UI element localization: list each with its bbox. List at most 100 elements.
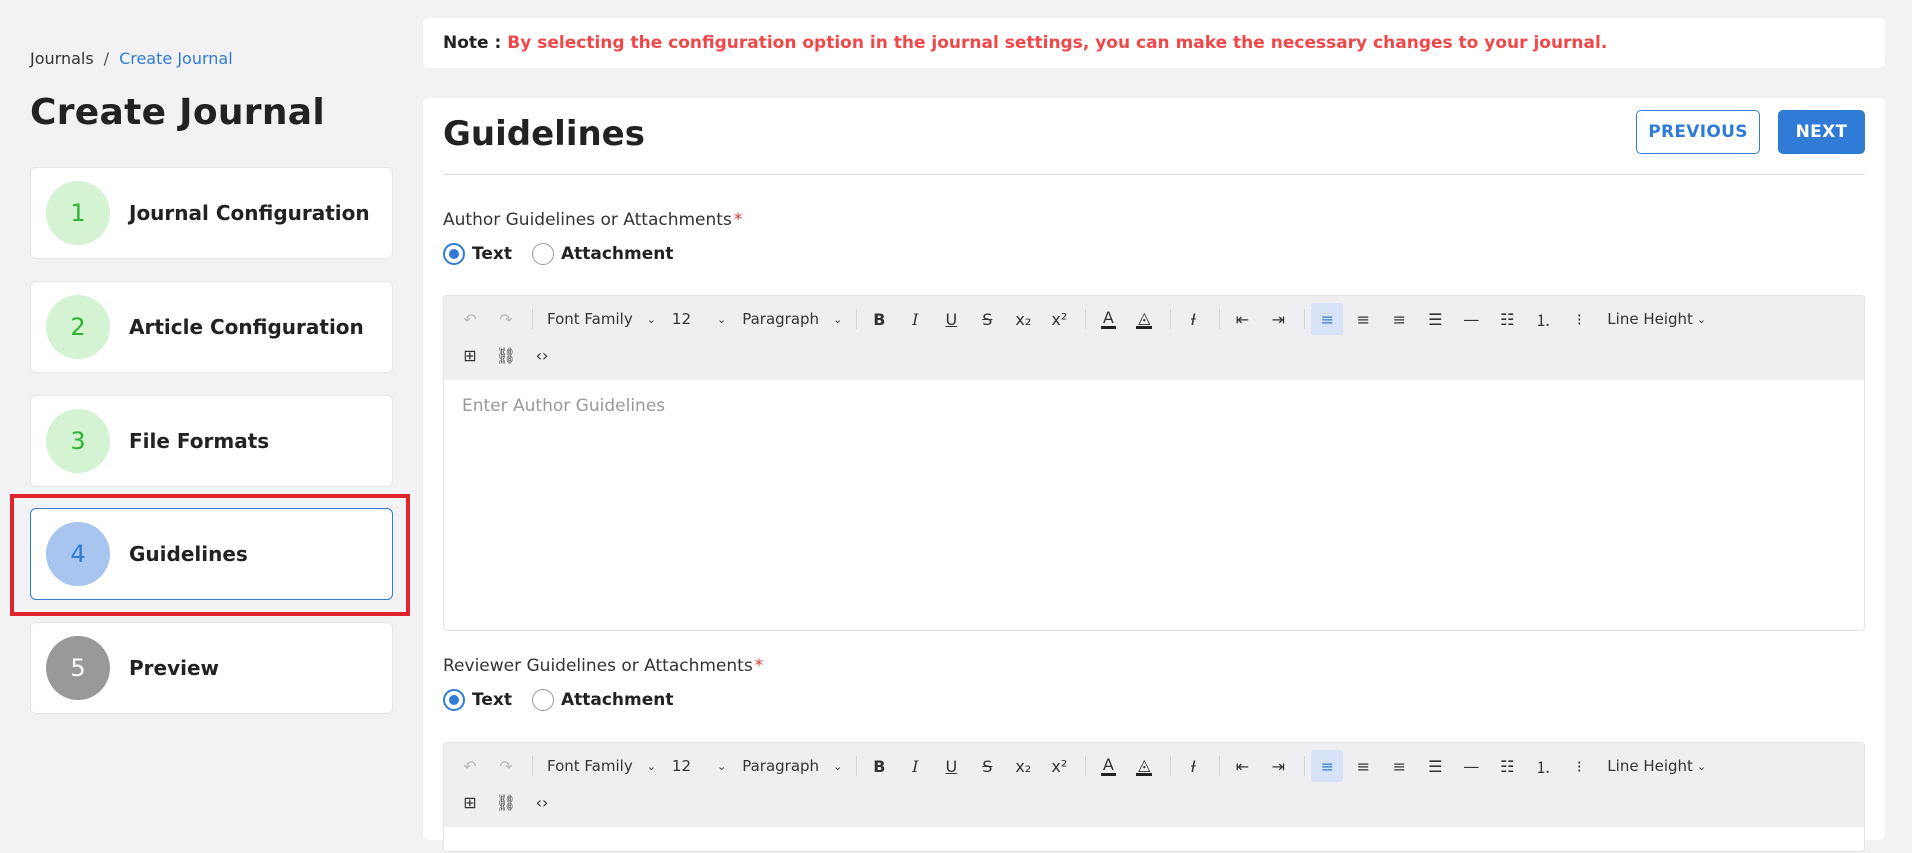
step-guidelines[interactable]: 4 Guidelines bbox=[30, 508, 393, 600]
author-text-radio[interactable] bbox=[443, 243, 465, 265]
font-family-dropdown[interactable]: Font Family ⌄ bbox=[539, 750, 664, 782]
bold-icon[interactable]: B bbox=[863, 750, 895, 782]
author-format-radio-group: Text Attachment bbox=[443, 243, 694, 265]
required-asterisk: * bbox=[754, 656, 764, 676]
subscript-icon[interactable]: x₂ bbox=[1007, 303, 1039, 335]
italic-icon[interactable]: I bbox=[899, 303, 931, 335]
indent-icon[interactable]: ⇥ bbox=[1262, 303, 1294, 335]
redo-icon[interactable]: ↷ bbox=[490, 303, 522, 335]
text-color-icon[interactable]: A bbox=[1092, 303, 1124, 335]
card-title: Guidelines bbox=[443, 114, 645, 154]
bulleted-list-icon[interactable]: ⁝ bbox=[1563, 303, 1595, 335]
font-size-value: 12 bbox=[671, 757, 692, 775]
author-guidelines-input[interactable]: Enter Author Guidelines bbox=[444, 380, 1864, 432]
block-format-dropdown[interactable]: Paragraph ⌄ bbox=[734, 303, 850, 335]
toolbar-divider bbox=[532, 309, 533, 329]
strikethrough-icon[interactable]: S bbox=[971, 303, 1003, 335]
reviewer-attachment-radio-option[interactable]: Attachment bbox=[531, 689, 674, 711]
table-icon[interactable]: ⊞ bbox=[454, 339, 486, 371]
toolbar-divider bbox=[856, 756, 858, 776]
font-size-dropdown[interactable]: 12 ⌄ bbox=[664, 750, 734, 782]
horizontal-rule-icon[interactable]: — bbox=[1455, 750, 1487, 782]
indent-icon[interactable]: ⇥ bbox=[1262, 750, 1294, 782]
outdent-icon[interactable]: ⇤ bbox=[1226, 303, 1258, 335]
author-text-radio-option[interactable]: Text bbox=[443, 243, 512, 265]
table-icon[interactable]: ⊞ bbox=[454, 786, 486, 818]
previous-button[interactable]: PREVIOUS bbox=[1636, 110, 1760, 154]
paragraph-spacing-icon[interactable]: ☷ bbox=[1491, 750, 1523, 782]
underline-icon[interactable]: U bbox=[935, 303, 967, 335]
line-height-dropdown[interactable]: Line Height ⌄ bbox=[1599, 750, 1714, 782]
toolbar-divider bbox=[1085, 309, 1087, 329]
align-center-icon[interactable]: ≡ bbox=[1347, 750, 1379, 782]
align-left-icon[interactable]: ≡ bbox=[1311, 750, 1344, 782]
undo-icon[interactable]: ↶ bbox=[454, 303, 486, 335]
align-right-icon[interactable]: ≡ bbox=[1383, 750, 1415, 782]
breadcrumb-current[interactable]: Create Journal bbox=[119, 49, 233, 68]
reviewer-attachment-radio[interactable] bbox=[531, 689, 554, 711]
underline-icon[interactable]: U bbox=[935, 750, 967, 782]
horizontal-rule-icon[interactable]: — bbox=[1455, 303, 1487, 335]
align-center-icon[interactable]: ≡ bbox=[1347, 303, 1379, 335]
step-number-badge: 1 bbox=[46, 181, 110, 245]
step-number-badge: 3 bbox=[46, 409, 110, 473]
step-journal-configuration[interactable]: 1 Journal Configuration bbox=[30, 167, 393, 259]
align-justify-icon[interactable]: ☰ bbox=[1419, 750, 1451, 782]
step-preview[interactable]: 5 Preview bbox=[30, 622, 393, 714]
align-left-icon[interactable]: ≡ bbox=[1311, 303, 1344, 335]
superscript-icon[interactable]: x² bbox=[1043, 303, 1075, 335]
chevron-down-icon: ⌄ bbox=[833, 312, 843, 326]
breadcrumb-journals-link[interactable]: Journals bbox=[30, 49, 94, 68]
font-size-dropdown[interactable]: 12 ⌄ bbox=[664, 303, 734, 335]
step-label: File Formats bbox=[129, 429, 270, 453]
breadcrumb-separator: / bbox=[103, 49, 110, 68]
reviewer-guidelines-label: Reviewer Guidelines or Attachments * bbox=[443, 656, 763, 676]
reviewer-format-radio-group: Text Attachment bbox=[443, 689, 694, 711]
reviewer-text-radio[interactable] bbox=[443, 689, 465, 711]
redo-icon[interactable]: ↷ bbox=[490, 750, 522, 782]
highlight-color-icon[interactable]: ◬ bbox=[1128, 750, 1160, 782]
link-icon[interactable]: ⛓ bbox=[490, 786, 522, 818]
subscript-icon[interactable]: x₂ bbox=[1007, 750, 1039, 782]
step-label: Journal Configuration bbox=[129, 201, 370, 225]
clear-formatting-icon[interactable]: Ɨ bbox=[1177, 750, 1209, 782]
clear-formatting-icon[interactable]: Ɨ bbox=[1177, 303, 1209, 335]
guidelines-card: Guidelines PREVIOUS NEXT Author Guidelin… bbox=[423, 98, 1885, 852]
block-format-value: Paragraph bbox=[742, 310, 820, 328]
next-button[interactable]: NEXT bbox=[1778, 110, 1865, 154]
paragraph-spacing-icon[interactable]: ☷ bbox=[1491, 303, 1523, 335]
reviewer-guidelines-label-text: Reviewer Guidelines or Attachments bbox=[443, 656, 753, 676]
font-size-value: 12 bbox=[671, 310, 692, 328]
step-label: Guidelines bbox=[129, 542, 248, 566]
code-view-icon[interactable]: ‹› bbox=[526, 786, 558, 818]
step-number-badge: 2 bbox=[46, 295, 110, 359]
bold-icon[interactable]: B bbox=[863, 303, 895, 335]
author-attachment-radio[interactable] bbox=[531, 243, 554, 265]
undo-icon[interactable]: ↶ bbox=[454, 750, 486, 782]
line-height-dropdown[interactable]: Line Height ⌄ bbox=[1599, 303, 1714, 335]
outdent-icon[interactable]: ⇤ bbox=[1226, 750, 1258, 782]
author-attachment-radio-option[interactable]: Attachment bbox=[531, 243, 674, 265]
align-right-icon[interactable]: ≡ bbox=[1383, 303, 1415, 335]
text-color-icon[interactable]: A bbox=[1092, 750, 1124, 782]
block-format-dropdown[interactable]: Paragraph ⌄ bbox=[734, 750, 850, 782]
numbered-list-icon[interactable]: ⒈ bbox=[1527, 750, 1559, 782]
numbered-list-icon[interactable]: ⒈ bbox=[1527, 303, 1559, 335]
toolbar-divider bbox=[1304, 756, 1306, 776]
chevron-down-icon: ⌄ bbox=[1696, 759, 1707, 773]
chevron-down-icon: ⌄ bbox=[833, 759, 843, 773]
step-article-configuration[interactable]: 2 Article Configuration bbox=[30, 281, 393, 373]
superscript-icon[interactable]: x² bbox=[1043, 750, 1075, 782]
italic-icon[interactable]: I bbox=[899, 750, 931, 782]
bulleted-list-icon[interactable]: ⁝ bbox=[1563, 750, 1595, 782]
step-number-badge: 5 bbox=[46, 636, 110, 700]
step-file-formats[interactable]: 3 File Formats bbox=[30, 395, 393, 487]
font-family-dropdown[interactable]: Font Family ⌄ bbox=[539, 303, 664, 335]
reviewer-text-radio-option[interactable]: Text bbox=[443, 689, 512, 711]
code-view-icon[interactable]: ‹› bbox=[526, 339, 558, 371]
highlight-color-icon[interactable]: ◬ bbox=[1128, 303, 1160, 335]
align-justify-icon[interactable]: ☰ bbox=[1419, 303, 1451, 335]
strikethrough-icon[interactable]: S bbox=[971, 750, 1003, 782]
link-icon[interactable]: ⛓ bbox=[490, 339, 522, 371]
reviewer-editor-toolbar: ↶ ↷ Font Family ⌄ 12 ⌄ Paragraph ⌄ B I U S … bbox=[444, 743, 1864, 827]
